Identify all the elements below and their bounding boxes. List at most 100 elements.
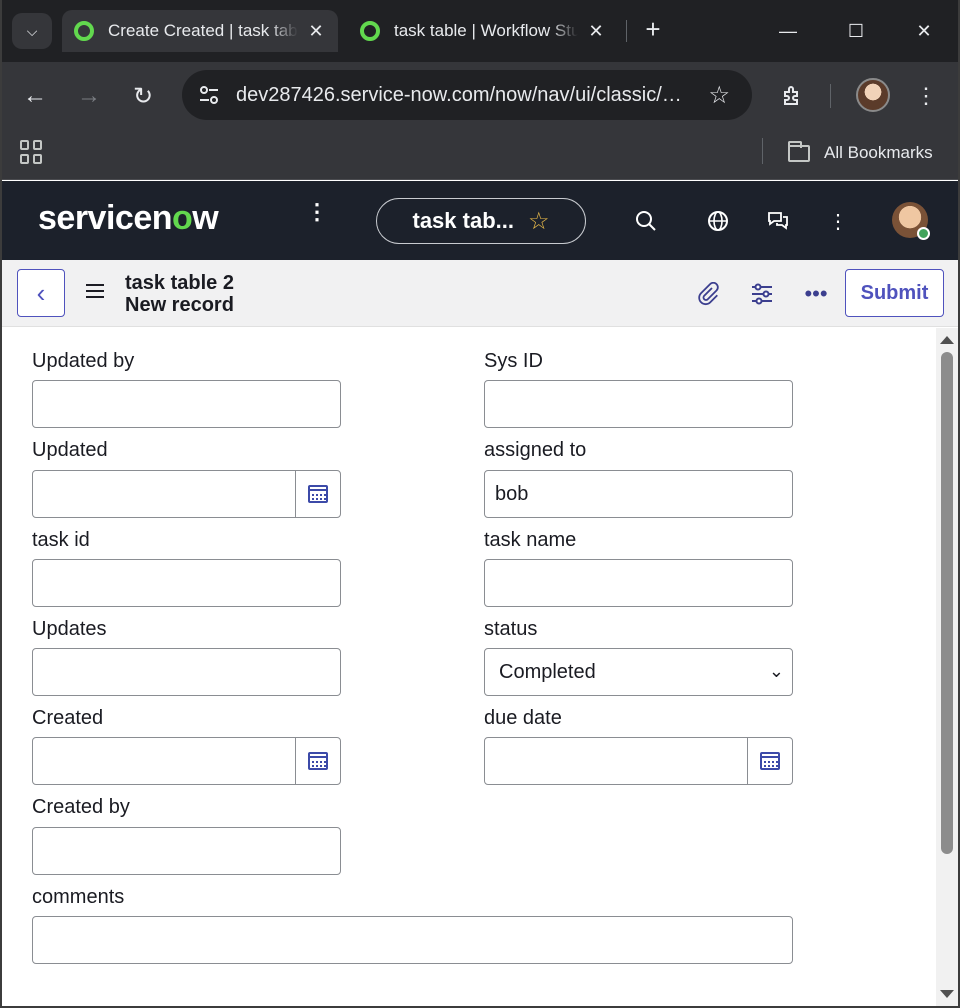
created-label: Created: [32, 707, 104, 729]
assigned-to-input[interactable]: [484, 470, 793, 518]
servicenow-logo[interactable]: servicenow: [38, 199, 219, 238]
puzzle-icon: [784, 86, 798, 105]
form-title-record: New record: [125, 294, 234, 316]
minimize-button[interactable]: —: [768, 14, 808, 48]
updated-input[interactable]: [32, 470, 296, 518]
due-date-calendar-button[interactable]: [747, 737, 793, 785]
extensions-icon[interactable]: [774, 78, 810, 114]
scroll-down-arrow-icon[interactable]: [940, 990, 954, 998]
overflow-menu-icon[interactable]: ⋮: [822, 205, 854, 237]
browser-tab-strip: ⌵ Create Created | task table ✕ task tab…: [0, 0, 960, 62]
form-header: ‹ task table 2 New record ••• Submit: [2, 260, 958, 327]
calendar-icon: [308, 752, 328, 770]
all-bookmarks-label: All Bookmarks: [824, 143, 933, 162]
profile-avatar[interactable]: [856, 78, 890, 112]
context-pill[interactable]: task tab... ☆: [376, 198, 586, 244]
attachment-icon[interactable]: [692, 278, 724, 310]
favorite-star-icon[interactable]: ☆: [528, 207, 550, 236]
back-button[interactable]: ‹: [17, 269, 65, 317]
created-input[interactable]: [32, 737, 296, 785]
forward-arrow-icon[interactable]: →: [71, 78, 107, 114]
scroll-up-arrow-icon[interactable]: [940, 336, 954, 344]
form-title-table: task table 2: [125, 272, 234, 294]
conversation-icon: [768, 212, 788, 230]
updated-by-label: Updated by: [32, 350, 135, 372]
chevron-left-icon: ‹: [36, 277, 46, 308]
logo-text: servicen: [38, 199, 173, 237]
vertical-scrollbar[interactable]: [936, 328, 958, 1006]
task-id-input[interactable]: [32, 559, 341, 607]
updates-input[interactable]: [32, 648, 341, 696]
search-icon[interactable]: [630, 205, 662, 237]
tune-icon: [200, 86, 218, 104]
submit-button[interactable]: Submit: [845, 269, 944, 317]
due-date-input[interactable]: [484, 737, 748, 785]
back-arrow-icon[interactable]: ←: [17, 78, 53, 114]
more-actions-icon[interactable]: •••: [800, 278, 832, 310]
tab-task-table-workflow[interactable]: task table | Workflow Studio ✕: [348, 10, 618, 52]
task-id-label: task id: [32, 529, 90, 551]
browser-toolbar: ← → ↻ dev287426.service-now.com/now/nav/…: [0, 62, 960, 128]
comments-label: comments: [32, 886, 125, 908]
servicenow-header: servicenow ⋮ task tab... ☆ ⋮: [2, 181, 958, 260]
sliders-icon: [752, 283, 772, 305]
bookmarks-bar: All Bookmarks: [0, 128, 960, 180]
new-tab-button[interactable]: +: [638, 14, 668, 44]
language-globe-icon: [708, 211, 728, 231]
site-info-icon[interactable]: [194, 80, 224, 110]
task-name-input[interactable]: [484, 559, 793, 607]
status-selected-value: Completed: [499, 660, 596, 683]
status-label: status: [484, 618, 538, 640]
updated-label: Updated: [32, 439, 108, 461]
updates-label: Updates: [32, 618, 107, 640]
sys-id-label: Sys ID: [484, 350, 543, 372]
chevron-down-icon: ⌵: [26, 22, 38, 39]
globe-icon[interactable]: [702, 205, 734, 237]
tab-create-created[interactable]: Create Created | task table ✕: [62, 10, 338, 52]
created-by-label: Created by: [32, 796, 130, 818]
tab-search-button[interactable]: ⌵: [12, 13, 52, 49]
calendar-icon: [760, 752, 780, 770]
servicenow-favicon-icon: [360, 21, 380, 41]
tab-title: Create Created | task table: [108, 21, 298, 40]
close-icon[interactable]: ✕: [306, 21, 326, 42]
scrollbar-thumb[interactable]: [941, 352, 953, 854]
tab-divider: [626, 20, 627, 42]
paperclip-icon: [698, 282, 719, 306]
url-text: dev287426.service-now.com/now/nav/ui/cla…: [236, 83, 686, 106]
address-bar[interactable]: dev287426.service-now.com/now/nav/ui/cla…: [182, 70, 752, 120]
tab-title: task table | Workflow Studio: [394, 21, 578, 40]
presence-indicator: [917, 227, 930, 240]
due-date-label: due date: [484, 707, 562, 729]
hamburger-menu-icon[interactable]: [86, 284, 104, 298]
updated-calendar-button[interactable]: [295, 470, 341, 518]
updated-by-input[interactable]: [32, 380, 341, 428]
logo-text-end: w: [192, 199, 219, 237]
all-bookmarks-button[interactable]: All Bookmarks: [788, 140, 933, 166]
chevron-down-icon: ⌄: [768, 661, 784, 681]
status-select[interactable]: Completed ⌄: [484, 648, 793, 696]
personalize-form-icon[interactable]: [746, 278, 778, 310]
servicenow-favicon-icon: [74, 21, 94, 41]
chat-icon[interactable]: [762, 205, 794, 237]
assigned-to-label: assigned to: [484, 439, 587, 461]
reload-icon[interactable]: ↻: [125, 78, 161, 114]
magnifier-icon: [636, 211, 656, 231]
form-body: Updated by Updated task id Updates Creat…: [2, 328, 936, 1006]
more-menu-icon[interactable]: ⋮: [306, 201, 328, 223]
close-icon[interactable]: ✕: [586, 21, 606, 42]
close-window-button[interactable]: ✕: [904, 14, 944, 48]
calendar-icon: [308, 485, 328, 503]
maximize-button[interactable]: ☐: [836, 14, 876, 48]
bookmark-star-icon[interactable]: ☆: [708, 81, 730, 110]
toolbar-divider: [830, 84, 831, 108]
form-title: task table 2 New record: [125, 272, 234, 316]
created-by-input[interactable]: [32, 827, 341, 875]
apps-grid-icon[interactable]: [20, 140, 44, 164]
task-name-label: task name: [484, 529, 577, 551]
browser-menu-icon[interactable]: ⋮: [908, 78, 944, 114]
created-calendar-button[interactable]: [295, 737, 341, 785]
comments-input[interactable]: [32, 916, 793, 964]
user-avatar[interactable]: [892, 202, 930, 240]
sys-id-input[interactable]: [484, 380, 793, 428]
